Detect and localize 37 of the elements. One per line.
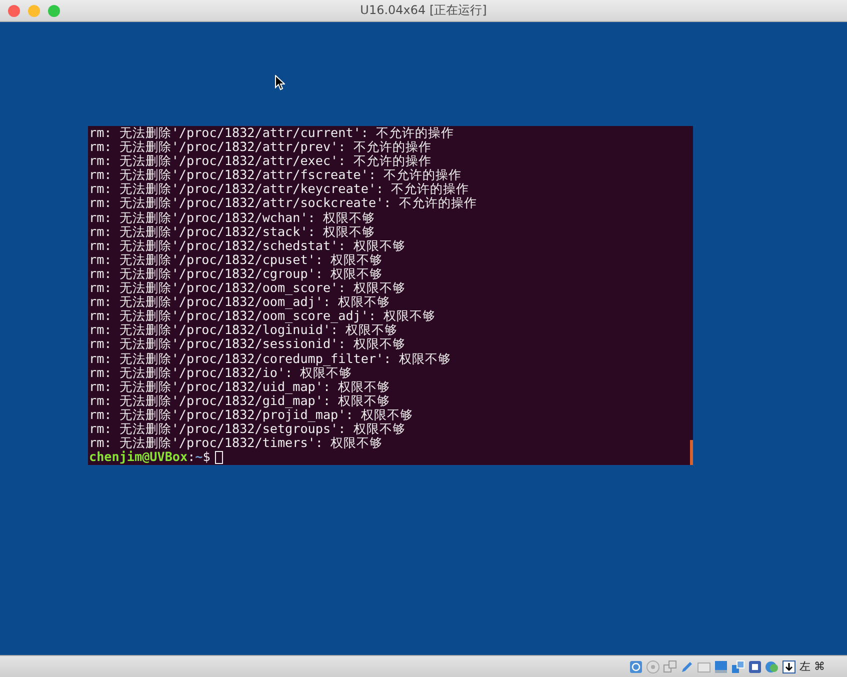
- disk-icon[interactable]: [628, 660, 642, 674]
- terminal-line: rm: 无法删除'/proc/1832/schedstat': 权限不够: [89, 238, 406, 253]
- host-key-label: 左 ⌘: [800, 659, 825, 674]
- terminal-line: rm: 无法删除'/proc/1832/loginuid': 权限不够: [89, 323, 398, 338]
- terminal-line: rm: 无法删除'/proc/1832/gid_map': 权限不够: [89, 394, 390, 408]
- terminal-line: rm: 无法删除'/proc/1832/cpuset': 权限不够: [89, 252, 383, 267]
- terminal-line: rm: 无法删除'/proc/1832/cgroup': 权限不够: [89, 266, 383, 282]
- terminal-line: rm: 无法删除'/proc/1832/coredump_filter': 权限不够: [89, 352, 451, 366]
- terminal-line: rm: 无法删除'/proc/1832/uid_map': 权限不够: [89, 380, 390, 394]
- terminal-line: rm: 无法删除'/proc/1832/projid_map': 权限不够: [89, 408, 413, 422]
- zoom-button[interactable]: [48, 5, 60, 17]
- terminal-line: rm: 无法删除'/proc/1832/oom_score_adj': 权限不够: [89, 309, 436, 324]
- terminal-line: rm: 无法删除'/proc/1832/attr/prev': 不允许的操作: [89, 140, 432, 154]
- terminal-line: rm: 无法删除'/proc/1832/attr/exec': 不允许的操作: [89, 154, 432, 168]
- arrow-icon[interactable]: [782, 660, 796, 674]
- terminal-line: rm: 无法删除'/proc/1832/attr/current': 不允许的操作: [89, 126, 454, 140]
- shell-prompt: chenjim@UVBox:~$: [89, 450, 210, 464]
- terminal-line: rm: 无法删除'/proc/1832/oom_score': 权限不够: [89, 281, 406, 296]
- terminal-line: rm: 无法删除'/proc/1832/timers': 权限不够: [89, 436, 383, 450]
- display-icon[interactable]: [714, 660, 728, 674]
- mouse-pointer-icon: [275, 75, 285, 91]
- terminal-line: rm: 无法删除'/proc/1832/io': 权限不够: [89, 366, 352, 380]
- terminal-line: rm: 无法删除'/proc/1832/setgroups': 权限不够: [89, 422, 406, 436]
- terminal-line: rm: 无法删除'/proc/1832/wchan': 权限不够: [89, 210, 375, 225]
- text-cursor: [215, 451, 223, 464]
- scrollbar-thumb[interactable]: [690, 440, 693, 465]
- cd-icon[interactable]: [646, 660, 660, 674]
- terminal-line: rm: 无法删除'/proc/1832/sessionid': 权限不够: [89, 337, 406, 352]
- terminal-line: rm: 无法删除'/proc/1832/attr/sockcreate': 不允许的操作: [89, 196, 477, 211]
- terminal-line: rm: 无法删除'/proc/1832/attr/keycreate': 不允许的操作: [89, 182, 470, 196]
- close-button[interactable]: [8, 5, 20, 17]
- window-title: U16.04x64 [正在运行]: [360, 2, 487, 19]
- shared-icon[interactable]: [730, 660, 744, 674]
- terminal-line: rm: 无法删除'/proc/1832/oom_adj': 权限不够: [89, 295, 390, 310]
- terminal-line: rm: 无法删除'/proc/1832/stack': 权限不够: [89, 224, 375, 239]
- terminal-line: rm: 无法删除'/proc/1832/attr/fscreate': 不允许的操作: [89, 168, 462, 182]
- pen-icon[interactable]: [680, 660, 694, 674]
